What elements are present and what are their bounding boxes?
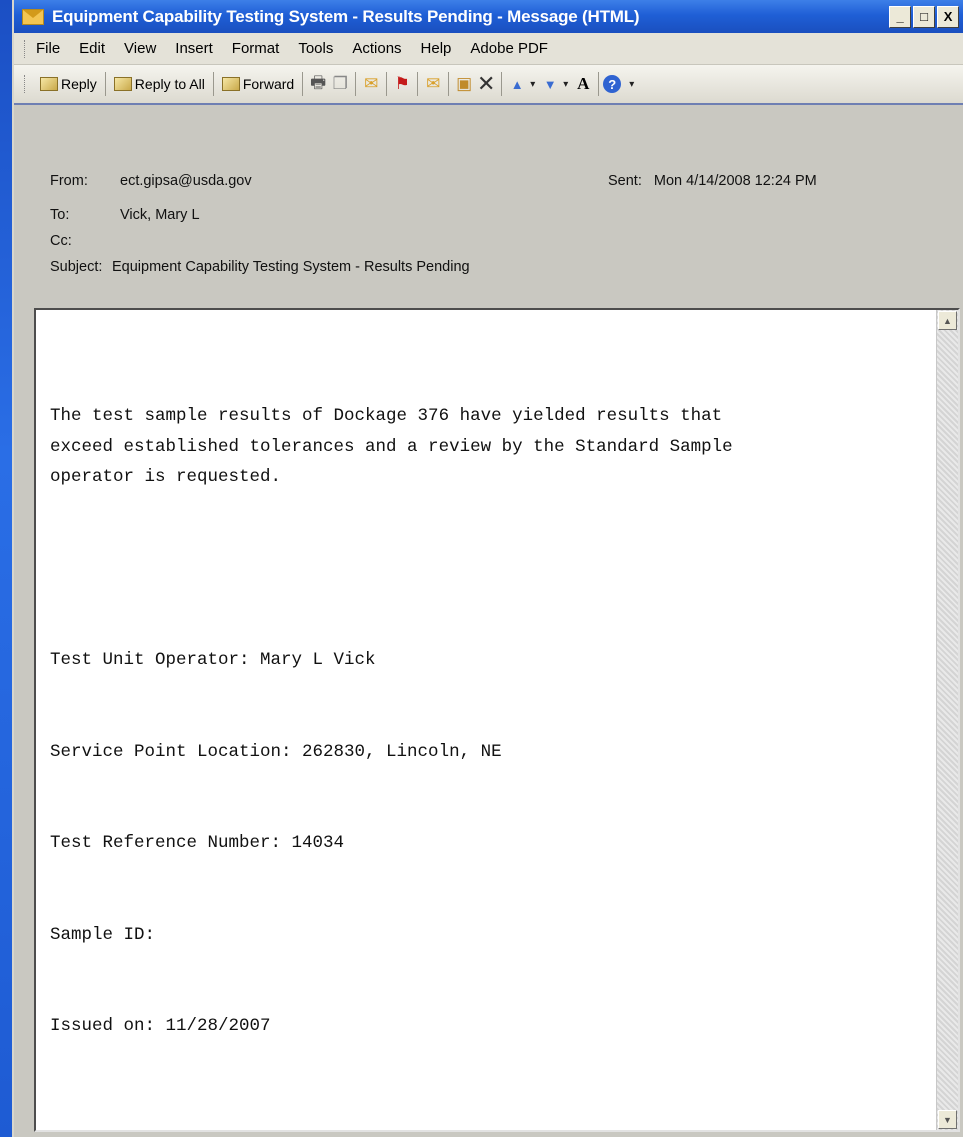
to-value[interactable]: Vick, Mary L	[120, 207, 200, 223]
menu-edit[interactable]: Edit	[79, 40, 105, 57]
message-header: From: ect.gipsa@usda.gov Sent: Mon 4/14/…	[14, 149, 963, 305]
location-line: Service Point Location: 262830, Lincoln,…	[50, 741, 502, 762]
from-label: From:	[50, 173, 88, 189]
forward-icon	[221, 77, 240, 91]
toolbar-separator	[598, 72, 600, 96]
menu-file[interactable]: File	[36, 40, 60, 57]
forward-button[interactable]: Forward	[218, 70, 298, 98]
mark-unread-icon[interactable]: ✉	[422, 73, 444, 95]
title-bar[interactable]: Equipment Capability Testing System - Re…	[14, 0, 963, 33]
menu-adobe-pdf[interactable]: Adobe PDF	[470, 40, 548, 57]
previous-dropdown-icon[interactable]: ▾	[530, 79, 535, 90]
toolbar-separator	[212, 72, 214, 96]
menu-insert[interactable]: Insert	[175, 40, 213, 57]
scroll-up-icon[interactable]: ▲	[938, 311, 957, 330]
message-window: Equipment Capability Testing System - Re…	[12, 0, 963, 1137]
toolbar-separator	[355, 72, 357, 96]
to-row: To: Vick, Mary L	[50, 207, 200, 223]
reference-line: Test Reference Number: 14034	[50, 833, 345, 853]
toolbar-options-icon[interactable]: ▾	[629, 79, 634, 90]
toolbar-grip-icon[interactable]	[24, 39, 28, 58]
reply-icon	[40, 77, 58, 91]
message-body: The test sample results of Dockage 376 h…	[50, 340, 920, 1103]
flag-icon[interactable]: ⚑	[391, 73, 413, 95]
envelope-icon	[22, 8, 44, 25]
font-size-icon[interactable]: A	[572, 73, 594, 95]
menu-bar: File Edit View Insert Format Tools Actio…	[14, 33, 963, 65]
sent-label: Sent:	[608, 173, 642, 189]
vertical-scrollbar[interactable]: ▲ ▼	[936, 310, 958, 1130]
subject-row: Subject: Equipment Capability Testing Sy…	[50, 259, 470, 275]
window-title: Equipment Capability Testing System - Re…	[52, 6, 640, 26]
close-button[interactable]: X	[937, 5, 959, 28]
reply-all-label: Reply to All	[134, 76, 205, 92]
menu-help[interactable]: Help	[421, 40, 452, 57]
move-to-folder-icon[interactable]: ✉	[360, 73, 382, 95]
toolbar-separator	[302, 72, 304, 96]
toolbar-separator	[417, 72, 419, 96]
cc-label: Cc:	[50, 233, 72, 249]
message-body-pane[interactable]: The test sample results of Dockage 376 h…	[34, 308, 960, 1132]
menu-view[interactable]: View	[124, 40, 156, 57]
from-value[interactable]: ect.gipsa@usda.gov	[120, 173, 252, 189]
next-dropdown-icon[interactable]: ▾	[563, 79, 568, 90]
forward-label: Forward	[242, 76, 295, 92]
subject-label: Subject:	[50, 259, 103, 275]
toolbar-separator	[386, 72, 388, 96]
print-icon[interactable]: 🖶	[307, 73, 329, 95]
minimize-button[interactable]: _	[889, 5, 911, 28]
toolbar-separator	[104, 72, 106, 96]
sent-value: Mon 4/14/2008 12:24 PM	[653, 173, 817, 189]
reply-label: Reply	[61, 76, 97, 92]
previous-item-icon[interactable]: ▲	[506, 73, 528, 95]
reply-all-icon	[113, 77, 132, 91]
subject-value: Equipment Capability Testing System - Re…	[112, 259, 470, 275]
help-icon[interactable]: ?	[603, 75, 622, 93]
issued-on-line: Issued on: 11/28/2007	[50, 1016, 271, 1036]
scroll-down-icon[interactable]: ▼	[938, 1110, 957, 1129]
standard-toolbar: Reply Reply to All Forward 🖶 ❐ ✉ ⚑ ✉ ▣ ✕…	[14, 65, 963, 105]
menu-tools[interactable]: Tools	[298, 40, 333, 57]
next-item-icon[interactable]: ▼	[539, 73, 561, 95]
reply-all-button[interactable]: Reply to All	[110, 70, 209, 98]
toolbar-separator	[448, 72, 450, 96]
maximize-button[interactable]: □	[913, 5, 935, 28]
reply-button[interactable]: Reply	[36, 70, 101, 98]
menu-format[interactable]: Format	[232, 40, 280, 57]
message-paragraph: The test sample results of Dockage 376 h…	[50, 406, 733, 487]
from-row: From: ect.gipsa@usda.gov	[50, 173, 252, 189]
copy-icon[interactable]: ❐	[329, 73, 351, 95]
cc-row: Cc:	[50, 233, 120, 249]
save-as-icon[interactable]: ▣	[453, 73, 475, 95]
sent-row: Sent: Mon 4/14/2008 12:24 PM	[608, 173, 817, 189]
operator-line: Test Unit Operator: Mary L Vick	[50, 650, 376, 670]
to-label: To:	[50, 207, 70, 223]
toolbar-grip-icon[interactable]	[24, 75, 28, 93]
menu-actions[interactable]: Actions	[352, 40, 401, 57]
sample-id-line: Sample ID:	[50, 924, 156, 945]
delete-icon[interactable]: ✕	[475, 71, 497, 96]
toolbar-separator	[501, 72, 503, 96]
